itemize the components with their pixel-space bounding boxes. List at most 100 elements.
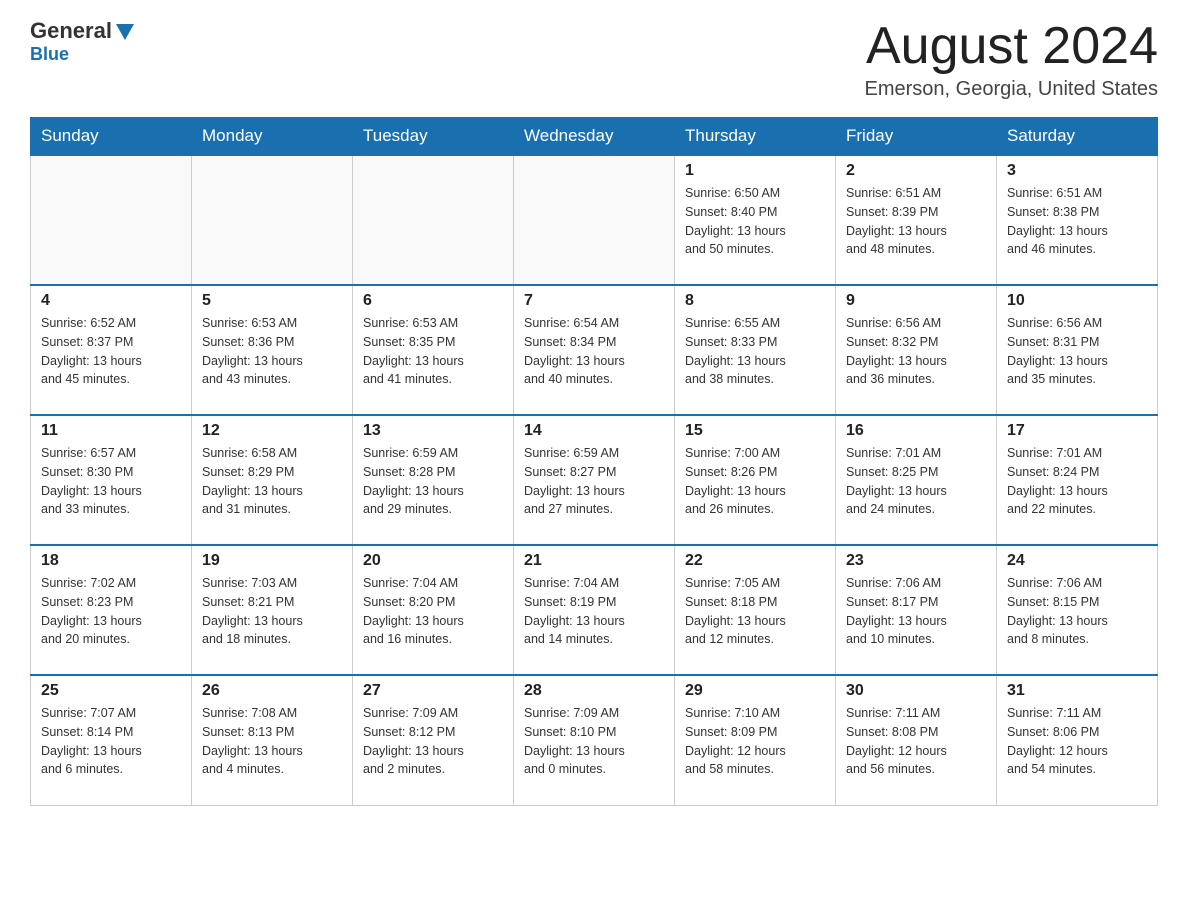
calendar-cell: 12 Sunrise: 6:58 AMSunset: 8:29 PMDayligh… xyxy=(192,415,353,545)
calendar-cell: 4 Sunrise: 6:52 AMSunset: 8:37 PMDaylight… xyxy=(31,285,192,415)
day-info: Sunrise: 7:09 AMSunset: 8:12 PMDaylight:… xyxy=(363,704,503,779)
day-number: 16 xyxy=(846,422,986,440)
calendar-cell: 17Sunrise: 7:01 AMSunset: 8:24 PMDayligh… xyxy=(997,415,1158,545)
logo-triangle-icon xyxy=(114,20,136,42)
day-number: 6 xyxy=(363,292,503,310)
calendar-cell: 16Sunrise: 7:01 AMSunset: 8:25 PMDayligh… xyxy=(836,415,997,545)
day-number: 29 xyxy=(685,682,825,700)
calendar-cell: 10Sunrise: 6:56 AMSunset: 8:31 PMDayligh… xyxy=(997,285,1158,415)
calendar-cell: 18Sunrise: 7:02 AMSunset: 8:23 PMDayligh… xyxy=(31,545,192,675)
day-info: Sunrise: 6:53 AMSunset: 8:36 PMDaylight:… xyxy=(202,314,342,389)
calendar-week-row: 18Sunrise: 7:02 AMSunset: 8:23 PMDayligh… xyxy=(31,545,1158,675)
calendar-cell: 9Sunrise: 6:56 AMSunset: 8:32 PMDaylight… xyxy=(836,285,997,415)
calendar-cell: 20 Sunrise: 7:04 AMSunset: 8:20 PMDayligh… xyxy=(353,545,514,675)
calendar-cell: 28Sunrise: 7:09 AMSunset: 8:10 PMDayligh… xyxy=(514,675,675,805)
calendar-cell xyxy=(192,155,353,285)
day-number: 5 xyxy=(202,292,342,310)
day-info: Sunrise: 7:06 AMSunset: 8:15 PMDaylight:… xyxy=(1007,574,1147,649)
calendar-cell: 15 Sunrise: 7:00 AMSunset: 8:26 PMDayligh… xyxy=(675,415,836,545)
calendar-week-row: 1 Sunrise: 6:50 AMSunset: 8:40 PMDaylight… xyxy=(31,155,1158,285)
day-number: 21 xyxy=(524,552,664,570)
day-info: Sunrise: 7:11 AMSunset: 8:08 PMDaylight:… xyxy=(846,704,986,779)
calendar: SundayMondayTuesdayWednesdayThursdayFrid… xyxy=(30,117,1158,806)
calendar-cell: 14 Sunrise: 6:59 AMSunset: 8:27 PMDayligh… xyxy=(514,415,675,545)
day-info: Sunrise: 6:56 AMSunset: 8:31 PMDaylight:… xyxy=(1007,314,1147,389)
day-info: Sunrise: 6:58 AMSunset: 8:29 PMDaylight:… xyxy=(202,444,342,519)
day-info: Sunrise: 6:53 AMSunset: 8:35 PMDaylight:… xyxy=(363,314,503,389)
calendar-cell: 8 Sunrise: 6:55 AMSunset: 8:33 PMDaylight… xyxy=(675,285,836,415)
calendar-cell xyxy=(353,155,514,285)
day-info: Sunrise: 6:52 AMSunset: 8:37 PMDaylight:… xyxy=(41,314,181,389)
day-info: Sunrise: 7:04 AMSunset: 8:19 PMDaylight:… xyxy=(524,574,664,649)
calendar-week-row: 11Sunrise: 6:57 AMSunset: 8:30 PMDayligh… xyxy=(31,415,1158,545)
month-title: August 2024 xyxy=(865,20,1158,72)
day-number: 19 xyxy=(202,552,342,570)
calendar-header-sunday: Sunday xyxy=(31,118,192,156)
calendar-week-row: 25 Sunrise: 7:07 AMSunset: 8:14 PMDayligh… xyxy=(31,675,1158,805)
day-info: Sunrise: 6:50 AMSunset: 8:40 PMDaylight:… xyxy=(685,184,825,259)
calendar-cell: 2 Sunrise: 6:51 AMSunset: 8:39 PMDaylight… xyxy=(836,155,997,285)
logo-general: General xyxy=(30,20,112,42)
day-number: 8 xyxy=(685,292,825,310)
day-number: 23 xyxy=(846,552,986,570)
title-area: August 2024 Emerson, Georgia, United Sta… xyxy=(865,20,1158,101)
calendar-cell: 23 Sunrise: 7:06 AMSunset: 8:17 PMDayligh… xyxy=(836,545,997,675)
day-number: 24 xyxy=(1007,552,1147,570)
day-number: 28 xyxy=(524,682,664,700)
calendar-cell: 24 Sunrise: 7:06 AMSunset: 8:15 PMDayligh… xyxy=(997,545,1158,675)
day-number: 31 xyxy=(1007,682,1147,700)
day-info: Sunrise: 7:06 AMSunset: 8:17 PMDaylight:… xyxy=(846,574,986,649)
day-info: Sunrise: 7:11 AMSunset: 8:06 PMDaylight:… xyxy=(1007,704,1147,779)
day-number: 4 xyxy=(41,292,181,310)
day-info: Sunrise: 7:00 AMSunset: 8:26 PMDaylight:… xyxy=(685,444,825,519)
calendar-cell xyxy=(31,155,192,285)
day-info: Sunrise: 7:02 AMSunset: 8:23 PMDaylight:… xyxy=(41,574,181,649)
day-number: 25 xyxy=(41,682,181,700)
day-info: Sunrise: 6:51 AMSunset: 8:39 PMDaylight:… xyxy=(846,184,986,259)
day-number: 30 xyxy=(846,682,986,700)
calendar-header-monday: Monday xyxy=(192,118,353,156)
day-info: Sunrise: 7:08 AMSunset: 8:13 PMDaylight:… xyxy=(202,704,342,779)
day-number: 20 xyxy=(363,552,503,570)
calendar-header-thursday: Thursday xyxy=(675,118,836,156)
calendar-cell: 31 Sunrise: 7:11 AMSunset: 8:06 PMDayligh… xyxy=(997,675,1158,805)
day-info: Sunrise: 7:03 AMSunset: 8:21 PMDaylight:… xyxy=(202,574,342,649)
day-number: 12 xyxy=(202,422,342,440)
calendar-cell: 26 Sunrise: 7:08 AMSunset: 8:13 PMDayligh… xyxy=(192,675,353,805)
calendar-cell: 7Sunrise: 6:54 AMSunset: 8:34 PMDaylight… xyxy=(514,285,675,415)
calendar-cell: 22Sunrise: 7:05 AMSunset: 8:18 PMDayligh… xyxy=(675,545,836,675)
day-number: 1 xyxy=(685,162,825,180)
calendar-cell xyxy=(514,155,675,285)
day-info: Sunrise: 7:07 AMSunset: 8:14 PMDaylight:… xyxy=(41,704,181,779)
day-number: 27 xyxy=(363,682,503,700)
calendar-cell: 19 Sunrise: 7:03 AMSunset: 8:21 PMDayligh… xyxy=(192,545,353,675)
calendar-header-row: SundayMondayTuesdayWednesdayThursdayFrid… xyxy=(31,118,1158,156)
day-number: 15 xyxy=(685,422,825,440)
calendar-cell: 1 Sunrise: 6:50 AMSunset: 8:40 PMDaylight… xyxy=(675,155,836,285)
day-info: Sunrise: 6:59 AMSunset: 8:28 PMDaylight:… xyxy=(363,444,503,519)
calendar-header-friday: Friday xyxy=(836,118,997,156)
calendar-cell: 11Sunrise: 6:57 AMSunset: 8:30 PMDayligh… xyxy=(31,415,192,545)
day-number: 2 xyxy=(846,162,986,180)
calendar-week-row: 4 Sunrise: 6:52 AMSunset: 8:37 PMDaylight… xyxy=(31,285,1158,415)
day-info: Sunrise: 6:55 AMSunset: 8:33 PMDaylight:… xyxy=(685,314,825,389)
day-number: 7 xyxy=(524,292,664,310)
day-number: 9 xyxy=(846,292,986,310)
day-number: 3 xyxy=(1007,162,1147,180)
logo: General Blue xyxy=(30,20,136,65)
calendar-header-saturday: Saturday xyxy=(997,118,1158,156)
calendar-cell: 25 Sunrise: 7:07 AMSunset: 8:14 PMDayligh… xyxy=(31,675,192,805)
day-number: 13 xyxy=(363,422,503,440)
day-info: Sunrise: 7:01 AMSunset: 8:24 PMDaylight:… xyxy=(1007,444,1147,519)
calendar-cell: 3Sunrise: 6:51 AMSunset: 8:38 PMDaylight… xyxy=(997,155,1158,285)
day-info: Sunrise: 6:59 AMSunset: 8:27 PMDaylight:… xyxy=(524,444,664,519)
calendar-cell: 13 Sunrise: 6:59 AMSunset: 8:28 PMDayligh… xyxy=(353,415,514,545)
day-number: 14 xyxy=(524,422,664,440)
day-info: Sunrise: 7:05 AMSunset: 8:18 PMDaylight:… xyxy=(685,574,825,649)
day-number: 26 xyxy=(202,682,342,700)
calendar-header-tuesday: Tuesday xyxy=(353,118,514,156)
day-info: Sunrise: 6:57 AMSunset: 8:30 PMDaylight:… xyxy=(41,444,181,519)
calendar-cell: 6 Sunrise: 6:53 AMSunset: 8:35 PMDaylight… xyxy=(353,285,514,415)
day-info: Sunrise: 7:04 AMSunset: 8:20 PMDaylight:… xyxy=(363,574,503,649)
calendar-cell: 30 Sunrise: 7:11 AMSunset: 8:08 PMDayligh… xyxy=(836,675,997,805)
